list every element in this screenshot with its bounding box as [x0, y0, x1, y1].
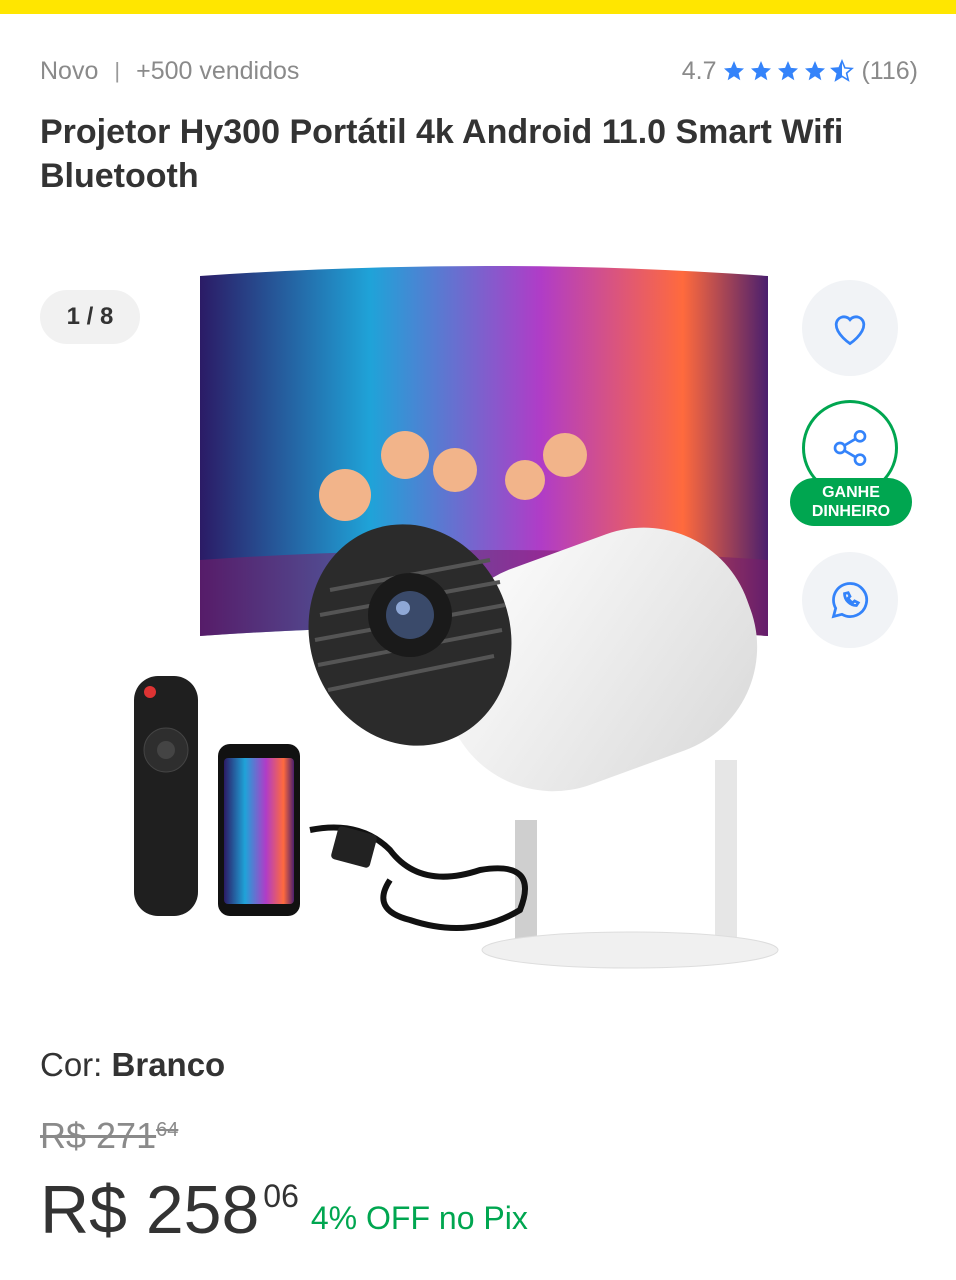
old-price: R$ 271 64 [40, 1115, 178, 1157]
old-price-int: R$ 271 [40, 1115, 157, 1156]
whatsapp-share-button[interactable] [802, 552, 898, 648]
price-cents: 06 [263, 1178, 299, 1214]
whatsapp-icon [831, 582, 869, 619]
share-icon [833, 430, 867, 466]
pix-discount: 4% OFF no Pix [310, 1200, 528, 1236]
star-half-icon [830, 59, 855, 82]
color-value: Branco [111, 1046, 226, 1083]
image-gallery[interactable]: 1 / 8 GANHE DINHEIRO [0, 260, 956, 1000]
earn-label-line2: DINHEIRO [811, 503, 891, 520]
top-accent-bar [0, 0, 956, 14]
favorite-button[interactable] [802, 280, 898, 376]
earn-money-badge[interactable]: GANHE DINHEIRO [790, 478, 912, 526]
product-image[interactable] [120, 260, 820, 980]
heart-icon [834, 315, 866, 346]
condition-sold: Novo | +500 vendidos [40, 57, 299, 86]
color-label: Cor: [40, 1046, 103, 1083]
color-variant: Cor: Branco [40, 1046, 225, 1084]
star-full-icon [751, 61, 772, 81]
old-price-cents: 64 [156, 1119, 179, 1141]
product-title: Projetor Hy300 Portátil 4k Android 11.0 … [40, 113, 844, 195]
rating-count: (116) [861, 56, 918, 85]
product-meta-row: Novo | +500 vendidos 4.7 (116) [40, 54, 918, 88]
earn-label-line1: GANHE [822, 484, 880, 501]
rating-stars [722, 59, 857, 83]
rating-value: 4.7 [681, 56, 717, 85]
star-full-icon [724, 61, 745, 81]
sold-count: +500 vendidos [136, 56, 300, 85]
condition-label: Novo [40, 56, 99, 85]
separator: | [114, 58, 121, 83]
price-int: R$ 258 [40, 1172, 260, 1248]
star-full-icon [805, 61, 826, 81]
star-full-icon [778, 61, 799, 81]
rating[interactable]: 4.7 (116) [682, 57, 918, 86]
current-price: R$ 258 06 4% OFF no Pix [40, 1172, 528, 1248]
